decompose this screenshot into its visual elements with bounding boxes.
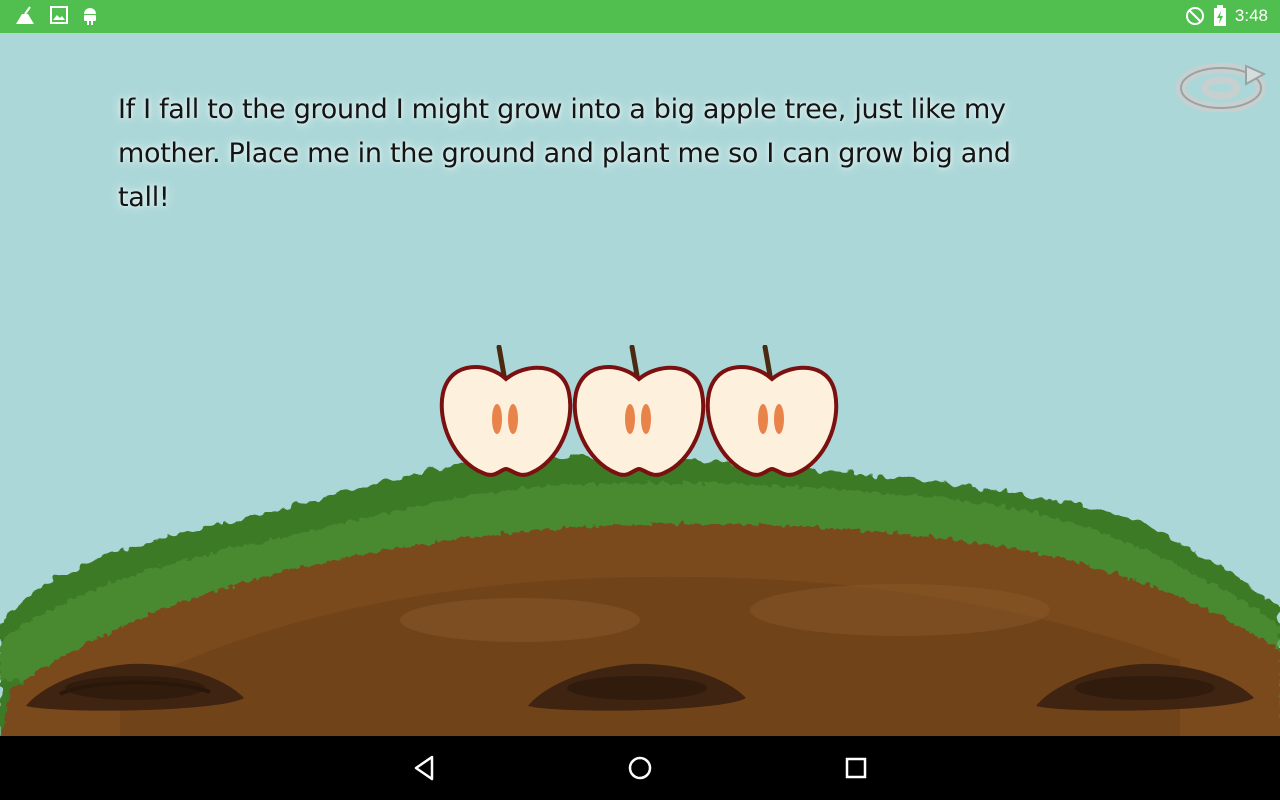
android-icon [84,8,96,25]
status-left-icons [14,6,98,26]
navigation-bar [0,736,1280,800]
planting-hole-2[interactable] [522,648,752,718]
planting-hole-1[interactable] [20,648,250,718]
story-text: If I fall to the ground I might grow int… [118,94,1011,213]
battery-charging-icon [1213,5,1226,26]
apple-half-2[interactable] [572,345,706,481]
replay-icon[interactable] [1176,62,1266,112]
recents-icon[interactable] [838,750,874,786]
status-time: 3:48 [1234,6,1268,25]
planting-hole-3[interactable] [1030,648,1260,718]
status-bar: 3:48 [0,0,1280,33]
status-right: 3:48 [1185,5,1268,27]
image-icon [50,6,68,24]
back-icon[interactable] [406,750,442,786]
cleaner-icon [16,6,34,24]
home-icon[interactable] [622,750,658,786]
apple-half-1[interactable] [439,345,573,481]
apple-half-3[interactable] [705,345,839,481]
do-not-disturb-icon [1185,7,1204,25]
